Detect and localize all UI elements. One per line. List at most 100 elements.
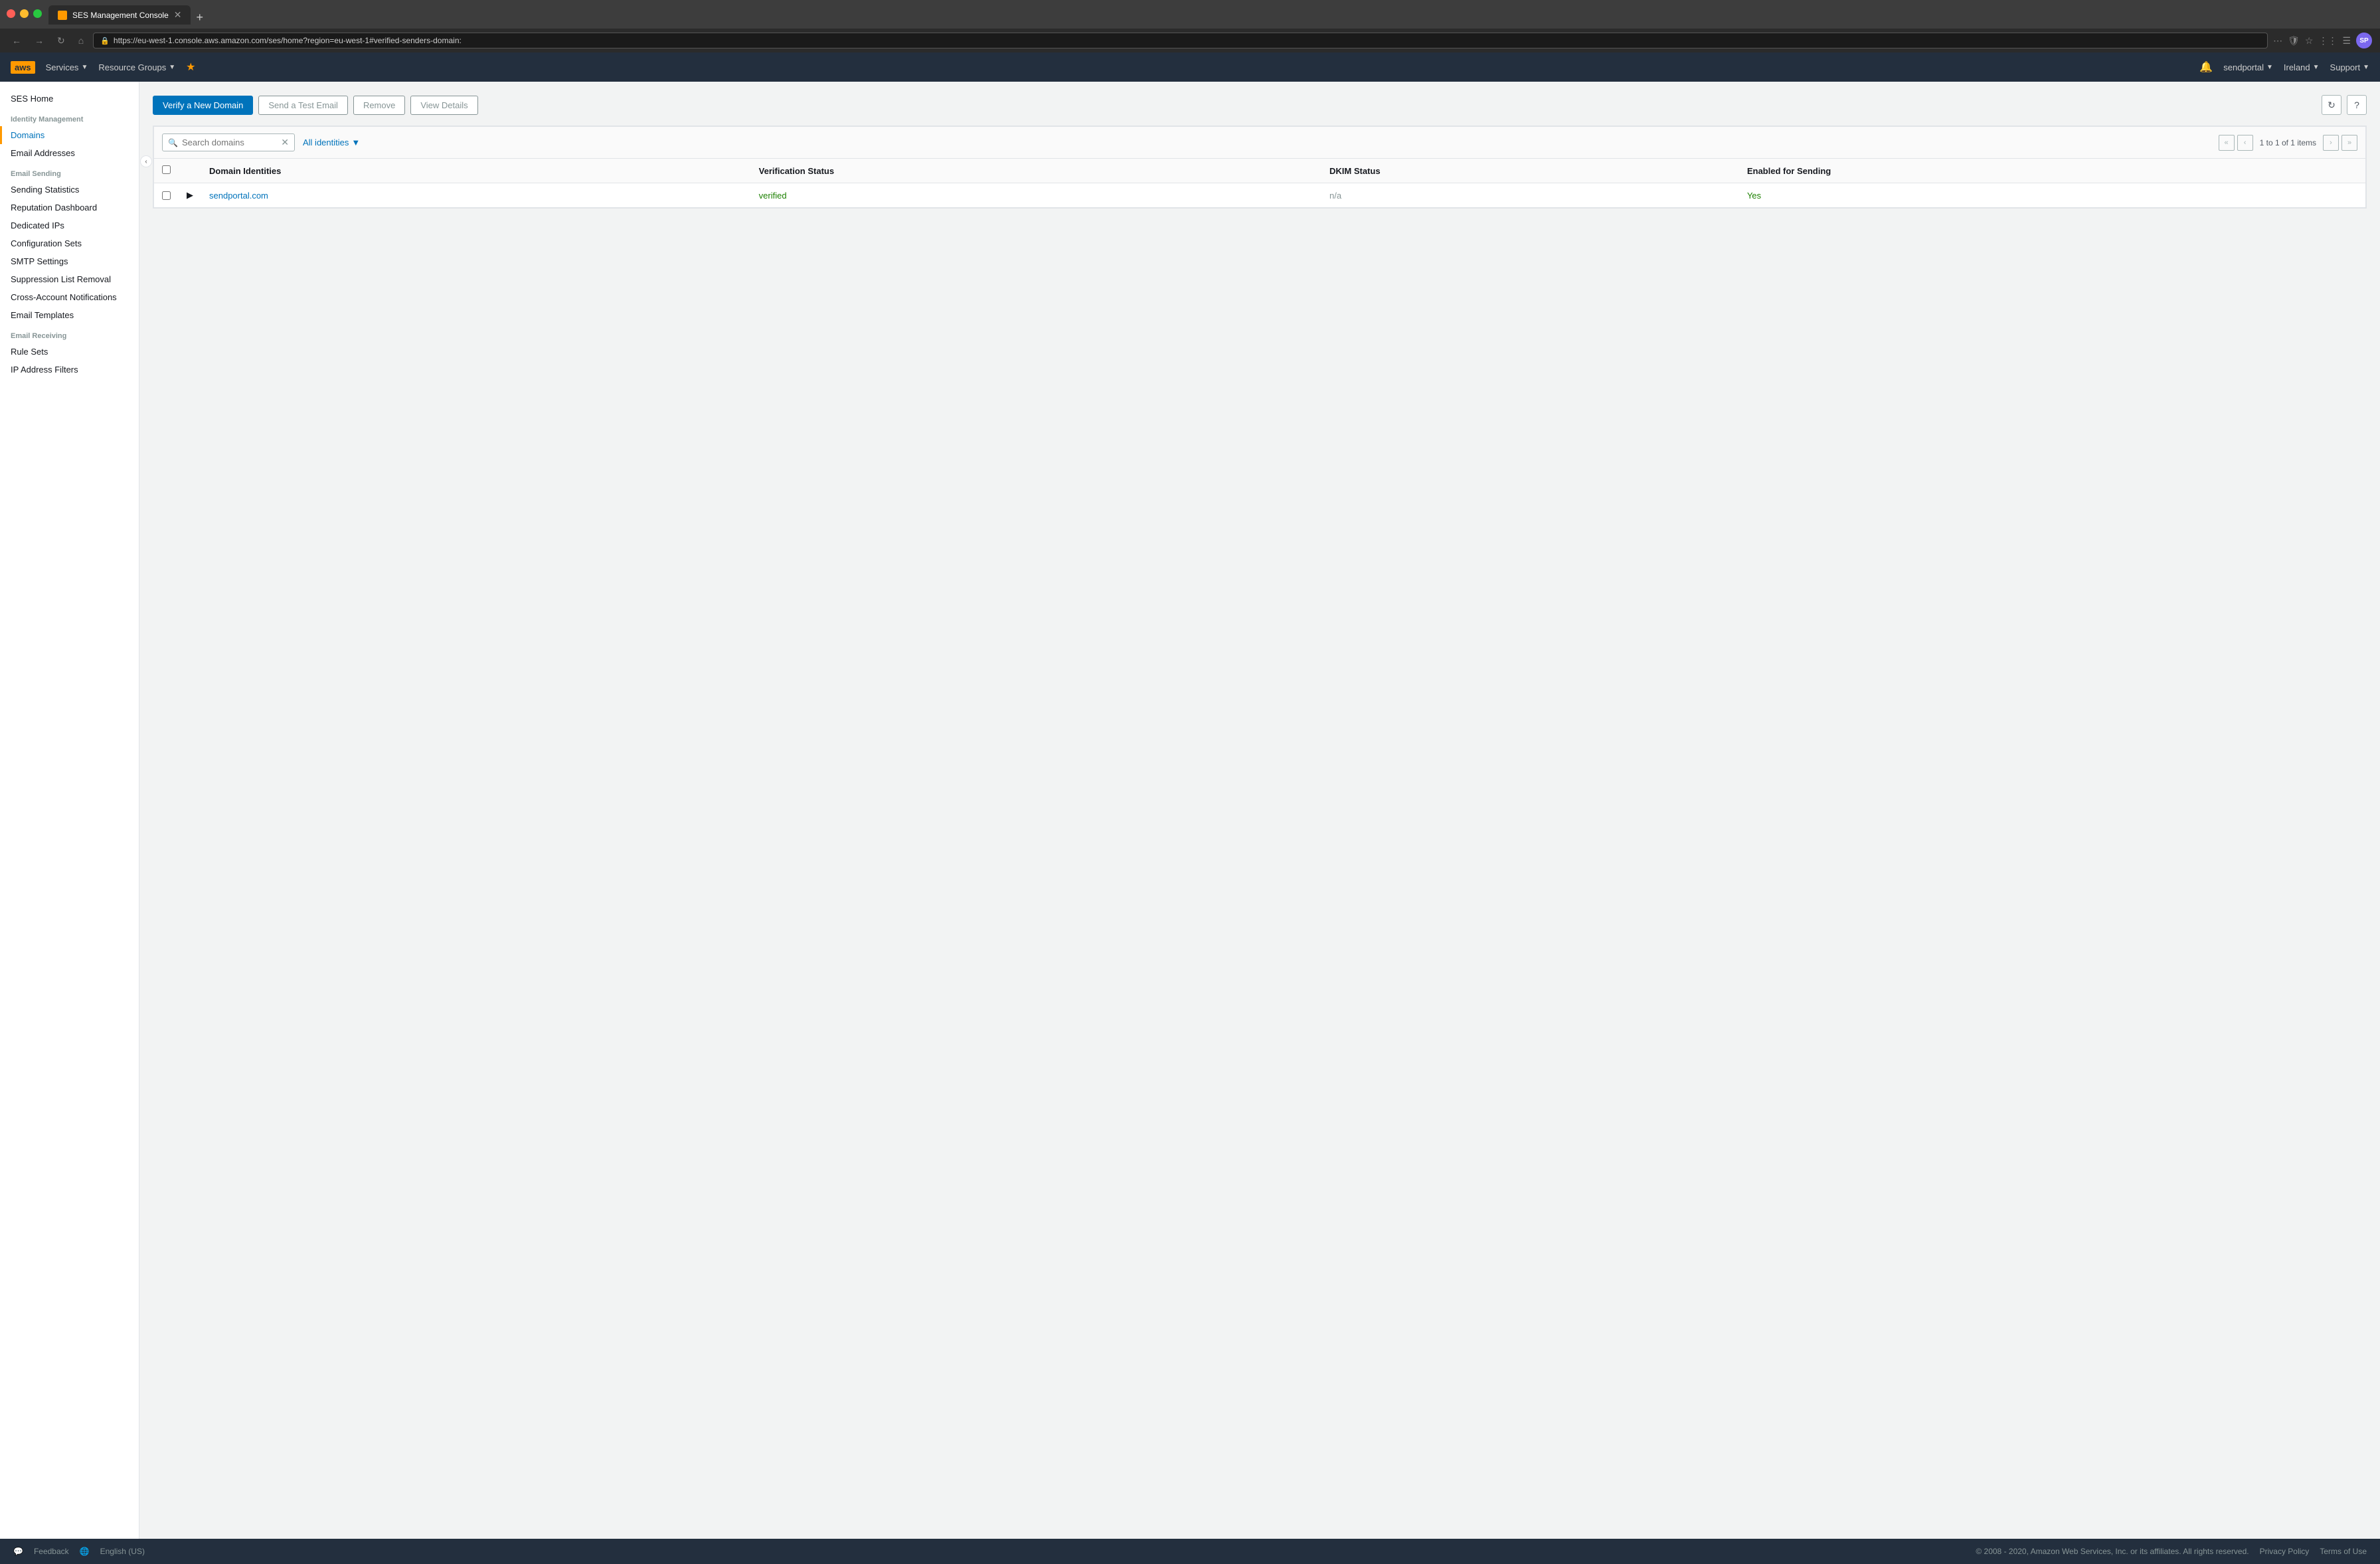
sidebar-toggle-button[interactable]: ‹ [140, 155, 152, 167]
dkim-status-cell: n/a [1321, 183, 1739, 208]
sidebar-item-email-addresses[interactable]: Email Addresses [0, 144, 139, 162]
sidebar-section-sending: Email Sending [0, 162, 139, 181]
copyright-text: © 2008 - 2020, Amazon Web Services, Inc.… [1976, 1547, 2249, 1556]
tab-title: SES Management Console [72, 11, 169, 20]
nav-right: 🔔 sendportal ▼ Ireland ▼ Support ▼ [2199, 60, 2369, 74]
verification-status-value: verified [759, 191, 787, 201]
region-chevron: ▼ [2313, 64, 2320, 71]
next-page-button[interactable]: › [2323, 135, 2339, 151]
expand-header [179, 159, 201, 183]
main-content: Verify a New Domain Send a Test Email Re… [139, 82, 2380, 1539]
row-checkbox-cell [154, 183, 179, 208]
domain-link[interactable]: sendportal.com [209, 191, 268, 201]
clear-search-icon[interactable]: ✕ [281, 137, 289, 148]
sidebar-item-dedicated-ips[interactable]: Dedicated IPs [0, 217, 139, 234]
bookmark-icon[interactable]: ★ [186, 60, 195, 74]
new-tab-button[interactable]: + [191, 11, 209, 25]
filter-chevron-icon: ▼ [351, 137, 360, 147]
reload-button[interactable]: ↻ [53, 34, 69, 48]
address-bar[interactable]: 🔒 https://eu-west-1.console.aws.amazon.c… [93, 33, 2268, 48]
minimize-traffic-light[interactable] [20, 9, 29, 18]
pagination: « ‹ 1 to 1 of 1 items › » [2219, 135, 2357, 151]
refresh-button[interactable]: ↻ [2322, 95, 2341, 115]
sidebar-item-rule-sets[interactable]: Rule Sets [0, 343, 139, 361]
active-tab[interactable]: SES Management Console ✕ [48, 5, 191, 25]
enabled-sending-cell: Yes [1739, 183, 2366, 208]
send-test-email-button[interactable]: Send a Test Email [258, 96, 348, 115]
services-menu[interactable]: Services ▼ [46, 62, 88, 72]
domain-identity-cell: sendportal.com [201, 183, 751, 208]
verification-status-cell: verified [751, 183, 1321, 208]
support-chevron: ▼ [2363, 64, 2369, 71]
sidebar-item-reputation-dashboard[interactable]: Reputation Dashboard [0, 199, 139, 217]
maximize-traffic-light[interactable] [33, 9, 42, 18]
filter-dropdown[interactable]: All identities ▼ [303, 137, 360, 147]
sidebar-section-identity: Identity Management [0, 108, 139, 126]
home-button[interactable]: ⌂ [74, 34, 88, 47]
lock-icon: 🔒 [100, 37, 110, 45]
sidebar-item-ip-filters[interactable]: IP Address Filters [0, 361, 139, 379]
forward-button[interactable]: → [31, 34, 48, 47]
sidebar-item-home[interactable]: SES Home [0, 90, 139, 108]
region-menu[interactable]: Ireland ▼ [2284, 62, 2320, 72]
shield-icon[interactable]: 🛡 [2288, 35, 2300, 46]
language-icon: 🌐 [80, 1547, 90, 1556]
tab-favicon [58, 11, 67, 20]
help-button[interactable]: ? [2347, 95, 2367, 115]
enabled-sending-header: Enabled for Sending [1739, 159, 2366, 183]
row-checkbox[interactable] [162, 191, 171, 200]
select-all-checkbox[interactable] [162, 165, 171, 174]
sidebar-item-domains[interactable]: Domains [0, 126, 139, 144]
resource-groups-menu[interactable]: Resource Groups ▼ [98, 62, 175, 72]
sidebar-item-configuration-sets[interactable]: Configuration Sets [0, 234, 139, 252]
browser-actions: ⋯ 🛡 ☆ ⋮⋮ ☰ SP [2273, 33, 2372, 48]
search-box: 🔍 ✕ [162, 133, 295, 151]
toolbar-right: ↻ ? [2322, 95, 2367, 115]
extensions-icon[interactable]: ⋮⋮ [2318, 35, 2337, 46]
back-button[interactable]: ← [8, 34, 25, 47]
first-page-button[interactable]: « [2219, 135, 2235, 151]
search-icon: 🔍 [168, 138, 178, 147]
view-details-button[interactable]: View Details [410, 96, 477, 115]
support-menu[interactable]: Support ▼ [2330, 62, 2369, 72]
search-filter-row: 🔍 ✕ All identities ▼ « ‹ 1 to 1 of 1 ite… [153, 126, 2366, 158]
profile-avatar[interactable]: SP [2356, 33, 2372, 48]
aws-logo-box: aws [11, 61, 35, 74]
terms-of-use-link[interactable]: Terms of Use [2320, 1547, 2367, 1556]
prev-page-button[interactable]: ‹ [2237, 135, 2253, 151]
sidebar-item-smtp-settings[interactable]: SMTP Settings [0, 252, 139, 270]
remove-button[interactable]: Remove [353, 96, 405, 115]
account-menu[interactable]: sendportal ▼ [2223, 62, 2273, 72]
tab-close-button[interactable]: ✕ [174, 9, 182, 21]
menu-icon[interactable]: ☰ [2342, 35, 2351, 46]
table-container: 🔍 ✕ All identities ▼ « ‹ 1 to 1 of 1 ite… [153, 126, 2367, 209]
services-chevron: ▼ [81, 64, 88, 71]
sidebar-item-email-templates[interactable]: Email Templates [0, 306, 139, 324]
sidebar-item-sending-statistics[interactable]: Sending Statistics [0, 181, 139, 199]
notification-bell-icon[interactable]: 🔔 [2199, 60, 2213, 74]
privacy-policy-link[interactable]: Privacy Policy [2260, 1547, 2310, 1556]
aws-nav-bar: aws Services ▼ Resource Groups ▼ ★ 🔔 sen… [0, 52, 2380, 82]
aws-logo[interactable]: aws [11, 61, 35, 74]
verify-new-domain-button[interactable]: Verify a New Domain [153, 96, 253, 115]
row-expand-button[interactable]: ▶ [179, 183, 201, 208]
close-traffic-light[interactable] [7, 9, 15, 18]
more-icon[interactable]: ⋯ [2273, 35, 2282, 46]
resource-groups-chevron: ▼ [169, 64, 175, 71]
sidebar: SES Home Identity Management Domains Ema… [0, 82, 139, 1539]
sidebar-section-receiving: Email Receiving [0, 324, 139, 343]
star-icon[interactable]: ☆ [2305, 35, 2314, 46]
language-link[interactable]: English (US) [100, 1547, 145, 1556]
dkim-status-value: n/a [1329, 191, 1341, 201]
search-input[interactable] [182, 137, 277, 147]
url-text: https://eu-west-1.console.aws.amazon.com… [114, 36, 462, 45]
dkim-status-header: DKIM Status [1321, 159, 1739, 183]
last-page-button[interactable]: » [2341, 135, 2357, 151]
footer-right: © 2008 - 2020, Amazon Web Services, Inc.… [1976, 1547, 2367, 1556]
sidebar-item-cross-account[interactable]: Cross-Account Notifications [0, 288, 139, 306]
select-all-header [154, 159, 179, 183]
feedback-link[interactable]: Feedback [34, 1547, 69, 1556]
pagination-text: 1 to 1 of 1 items [2260, 138, 2316, 147]
feedback-icon: 💬 [13, 1547, 23, 1556]
sidebar-item-suppression-list[interactable]: Suppression List Removal [0, 270, 139, 288]
